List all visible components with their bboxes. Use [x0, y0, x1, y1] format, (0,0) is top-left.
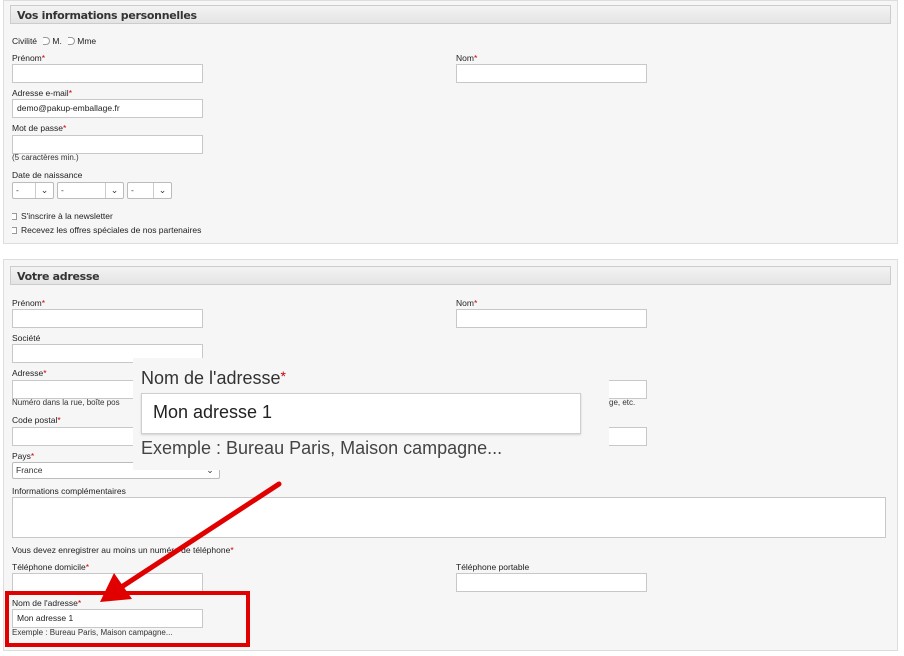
- radio-mr-label: M.: [52, 36, 62, 46]
- civilite-label: Civilité: [12, 36, 38, 46]
- personal-info-title: Vos informations personnelles: [17, 9, 197, 22]
- phone-note: Vous devez enregistrer au moins un numér…: [12, 545, 234, 555]
- infos-textarea[interactable]: [12, 497, 886, 538]
- chevron-down-icon: ⌄: [153, 183, 171, 198]
- offers-row[interactable]: Recevez les offres spéciales de nos part…: [12, 225, 201, 235]
- infos-label: Informations complémentaires: [12, 486, 126, 496]
- tel-domicile-input[interactable]: [12, 573, 203, 592]
- tel-portable-label: Téléphone portable: [456, 562, 530, 572]
- societe-label: Société: [12, 333, 41, 343]
- annotation-highlight-box: [5, 591, 250, 647]
- radio-mme[interactable]: [68, 37, 76, 45]
- birthdate-label: Date de naissance: [12, 170, 83, 180]
- chevron-down-icon: ⌄: [35, 183, 53, 198]
- offers-checkbox[interactable]: [12, 227, 17, 234]
- email-label: Adresse e-mail*: [12, 88, 72, 98]
- zoom-alias-input: Mon adresse 1: [141, 393, 581, 434]
- adresse2-hint: ge, etc.: [609, 398, 636, 407]
- password-hint: (5 caractères min.): [12, 153, 79, 162]
- tel-domicile-label: Téléphone domicile*: [12, 562, 90, 572]
- address-nom-input[interactable]: [456, 309, 647, 328]
- radio-mr[interactable]: [43, 37, 51, 45]
- alias-zoom-callout: Nom de l'adresse* Mon adresse 1 Exemple …: [133, 358, 609, 470]
- adresse-hint: Numéro dans la rue, boîte pos: [12, 398, 120, 407]
- birth-day-select[interactable]: - ⌄: [12, 182, 54, 199]
- zoom-alias-hint: Exemple : Bureau Paris, Maison campagne.…: [141, 438, 503, 458]
- code-postal-label: Code postal*: [12, 415, 61, 425]
- pays-label: Pays*: [12, 451, 35, 461]
- prenom-label: Prénom*: [12, 53, 46, 63]
- newsletter-label: S'inscrire à la newsletter: [21, 211, 113, 221]
- address-nom-label: Nom*: [456, 298, 478, 308]
- zoom-alias-label: Nom de l'adresse*: [141, 368, 286, 388]
- address-header: Votre adresse: [10, 266, 891, 285]
- tel-portable-input[interactable]: [456, 573, 647, 592]
- chevron-down-icon: ⌄: [105, 183, 123, 198]
- password-input[interactable]: [12, 135, 203, 154]
- nom-input[interactable]: [456, 64, 647, 83]
- prenom-input[interactable]: [12, 64, 203, 83]
- birth-month-select[interactable]: - ⌄: [57, 182, 124, 199]
- offers-label: Recevez les offres spéciales de nos part…: [21, 225, 202, 235]
- address-prenom-input[interactable]: [12, 309, 203, 328]
- email-input[interactable]: demo@pakup-emballage.fr: [12, 99, 203, 118]
- address-prenom-label: Prénom*: [12, 298, 46, 308]
- password-label: Mot de passe*: [12, 123, 67, 133]
- newsletter-checkbox[interactable]: [12, 213, 17, 220]
- civilite-row: Civilité M. Mme: [12, 36, 96, 46]
- radio-mme-label: Mme: [77, 36, 97, 46]
- nom-label: Nom*: [456, 53, 478, 63]
- newsletter-row[interactable]: S'inscrire à la newsletter: [12, 211, 113, 221]
- personal-info-panel: Vos informations personnelles: [3, 0, 898, 244]
- birth-year-select[interactable]: - ⌄: [127, 182, 172, 199]
- address-title: Votre adresse: [17, 270, 100, 283]
- personal-info-header: Vos informations personnelles: [10, 5, 891, 24]
- adresse-label: Adresse*: [12, 368, 47, 378]
